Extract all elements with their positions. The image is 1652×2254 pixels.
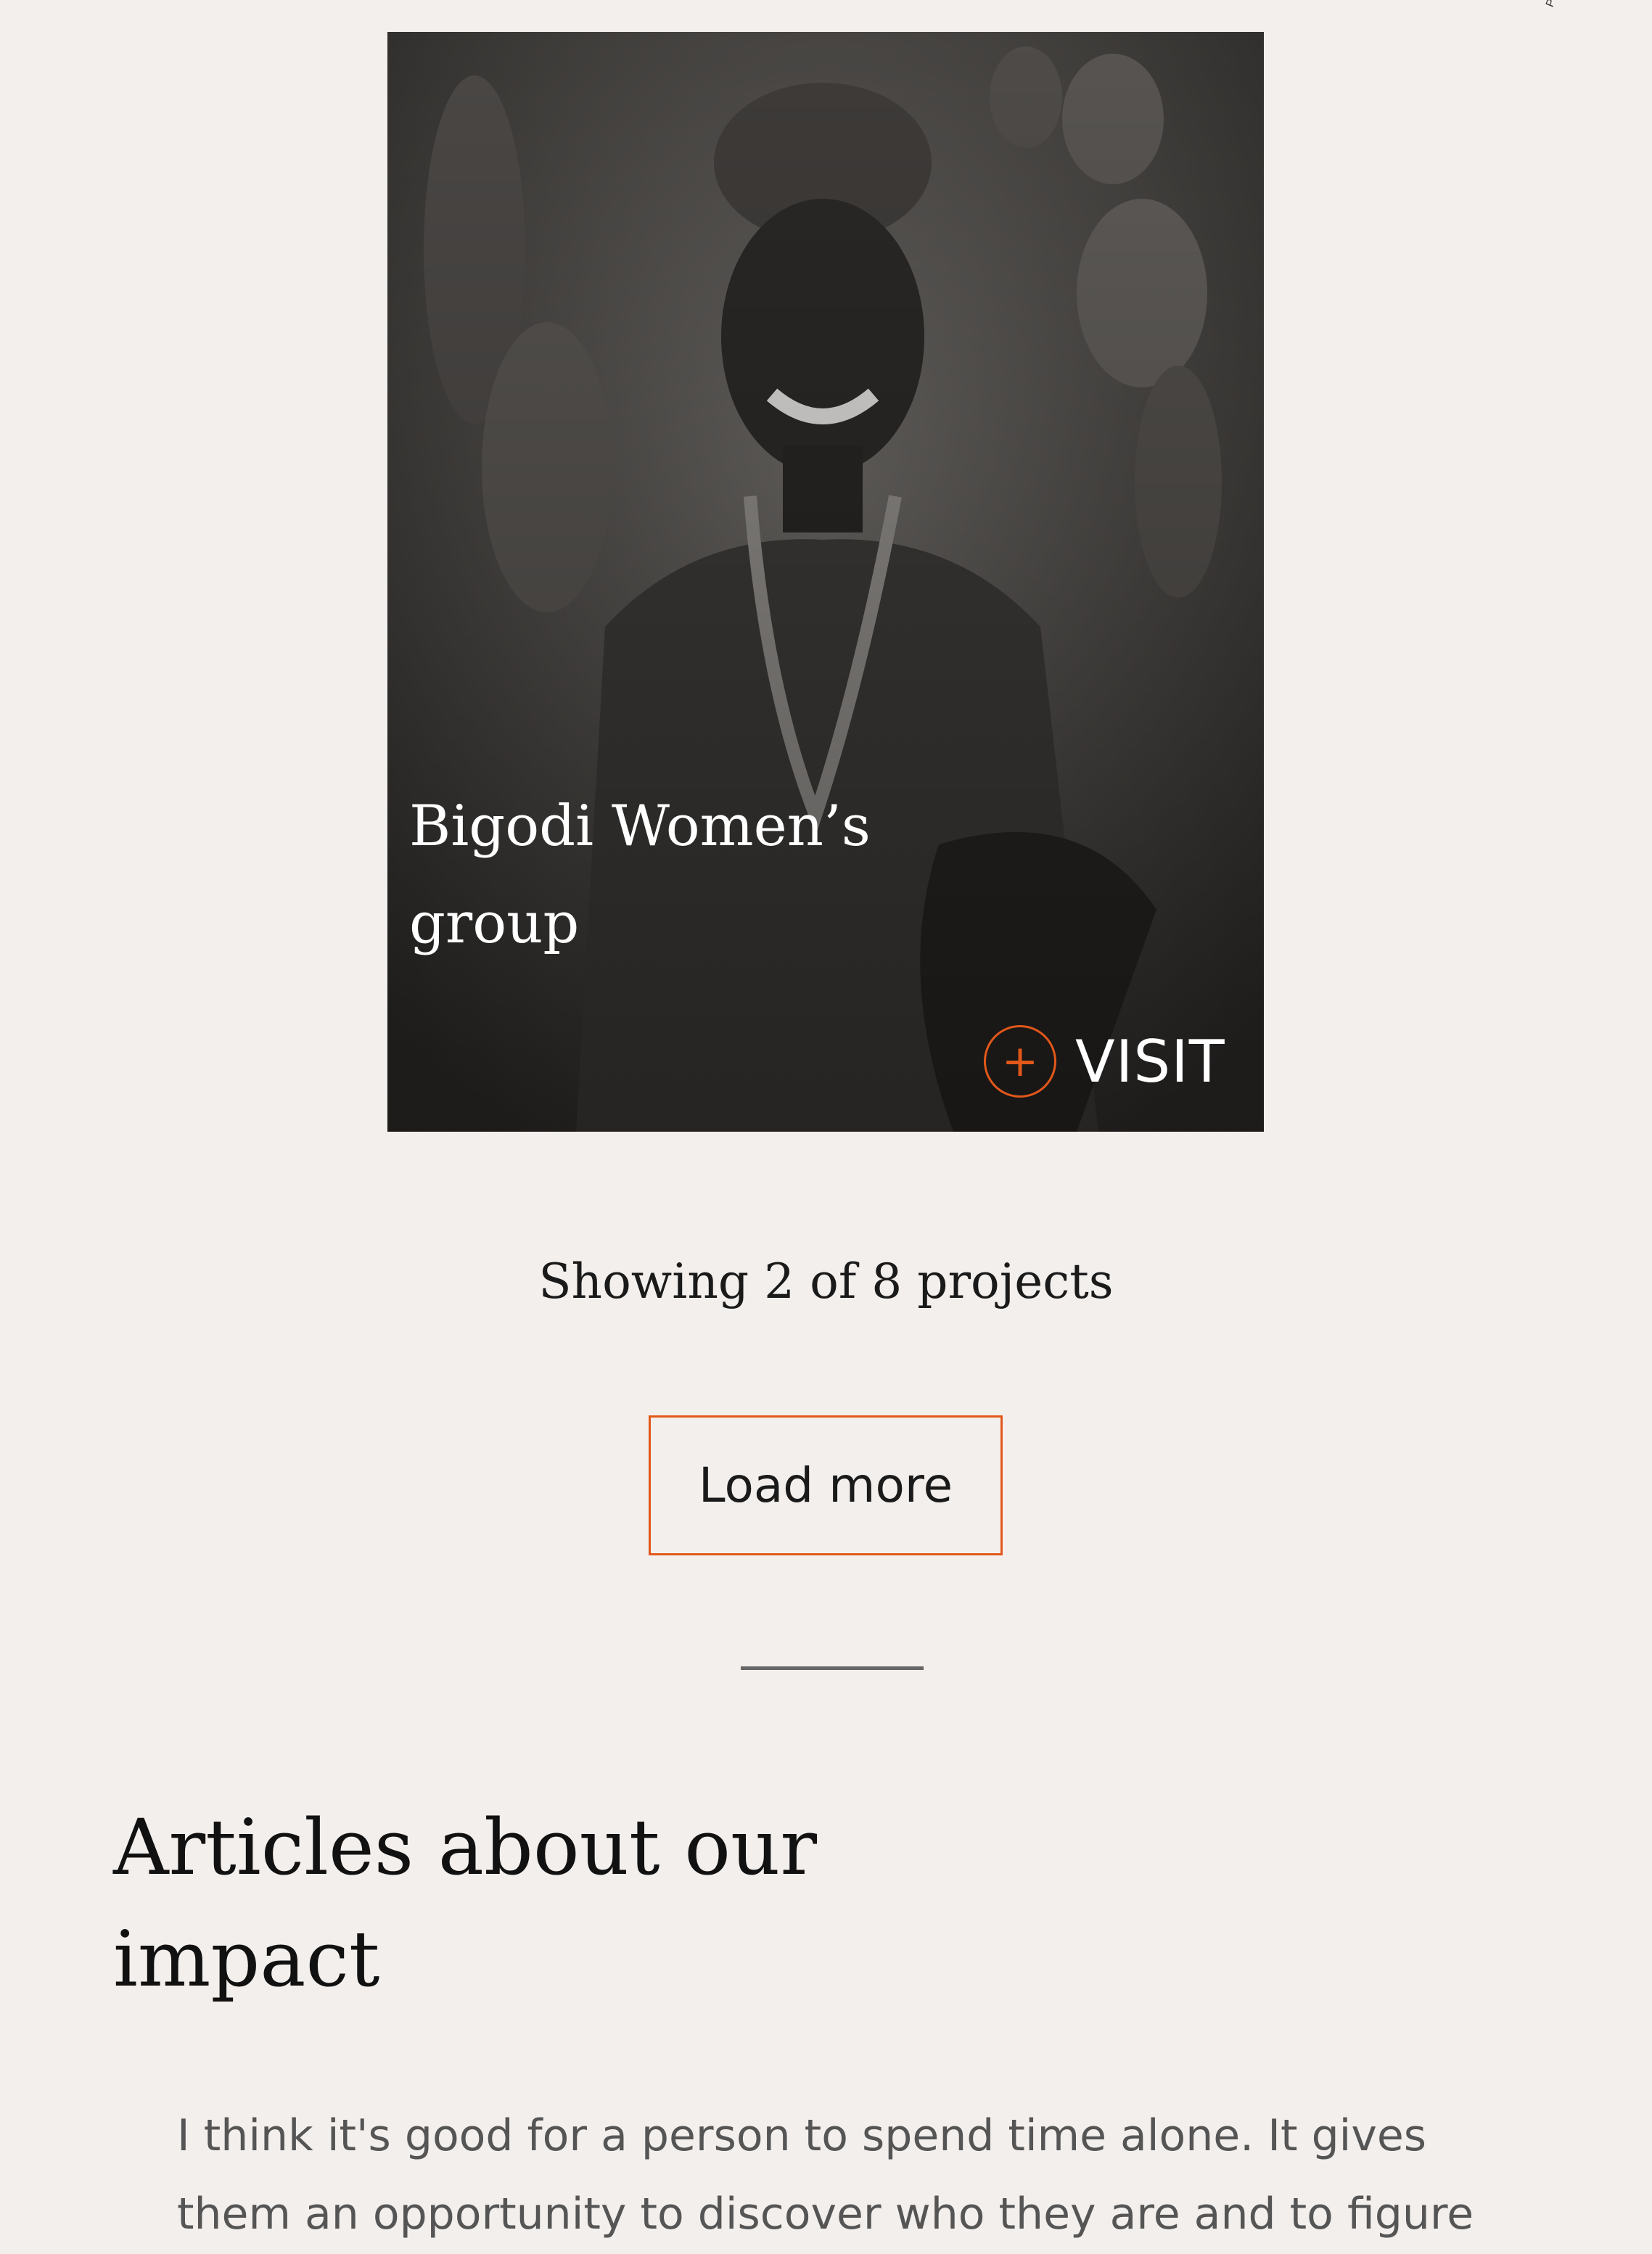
project-card[interactable]: Bigodi Women’s group + VISIT — [387, 32, 1264, 1132]
article-excerpt: I think it's good for a person to spend … — [177, 2110, 1474, 2239]
articles-heading: Articles about our impact — [113, 1803, 817, 2004]
visit-label: VISIT — [1075, 1027, 1225, 1095]
pagination-status: Showing 2 of 8 projects — [538, 1254, 1114, 1309]
section-divider — [741, 1666, 924, 1670]
load-more-button[interactable]: Load more — [649, 1415, 1003, 1555]
photo-credit: Photo — [1544, 0, 1567, 9]
plus-circle-icon: + — [984, 1025, 1056, 1098]
visit-link[interactable]: + VISIT — [984, 1024, 1225, 1099]
project-title: Bigodi Women’s group — [409, 794, 871, 956]
